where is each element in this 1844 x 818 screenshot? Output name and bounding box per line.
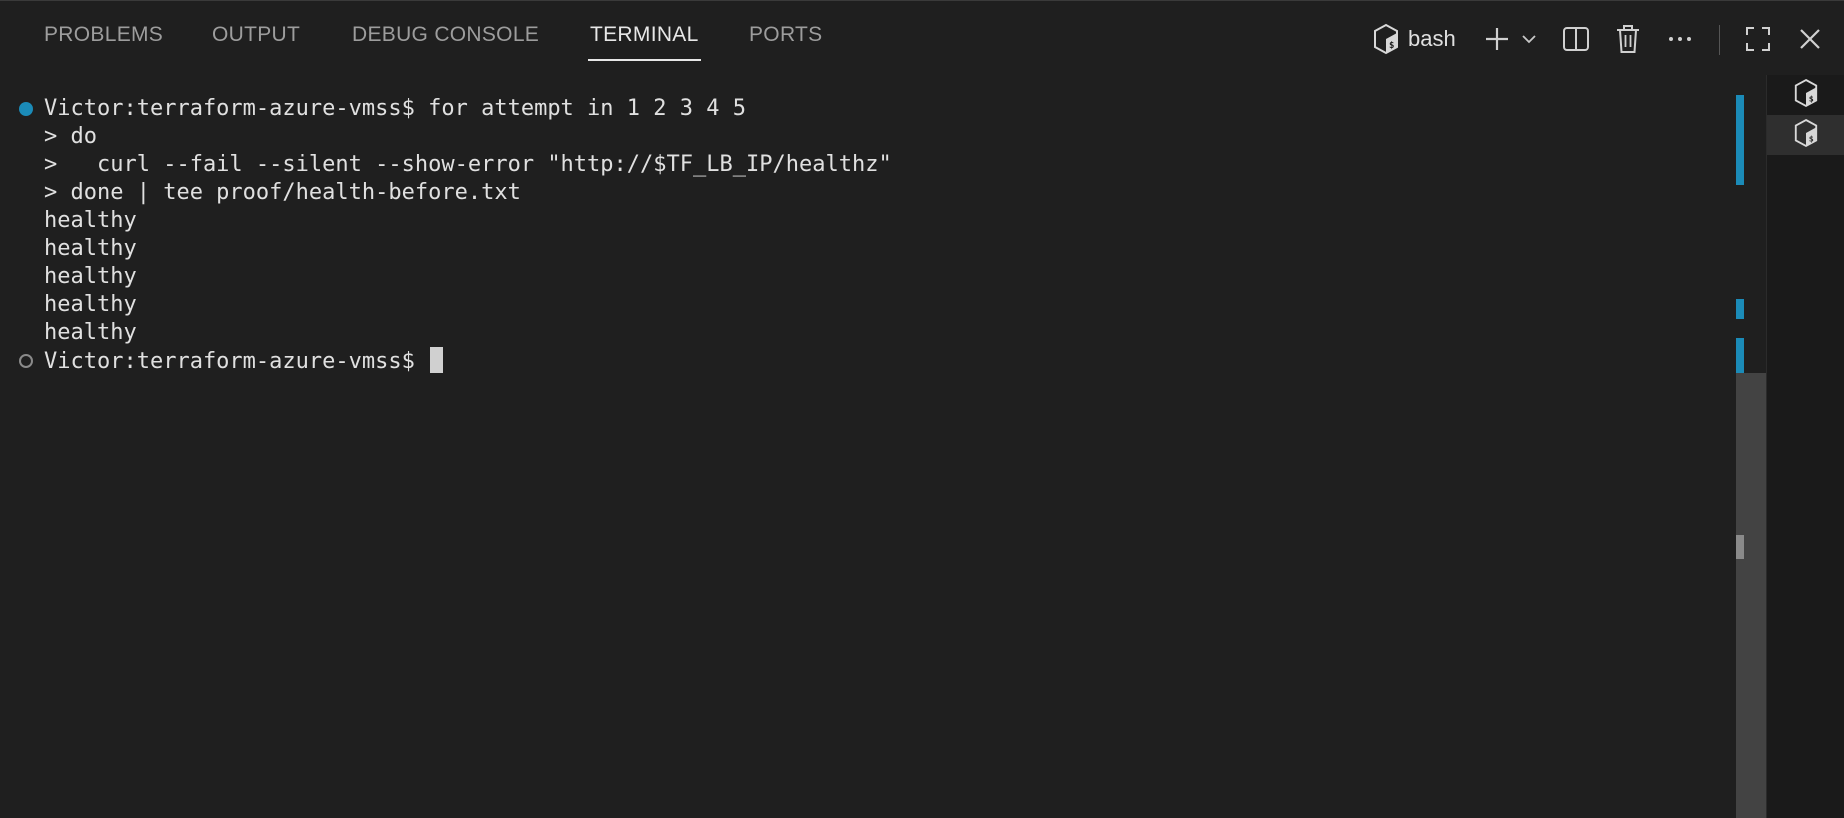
terminal-line: healthy bbox=[44, 208, 137, 233]
close-panel-button[interactable] bbox=[1795, 21, 1825, 57]
terminal-cursor bbox=[430, 347, 444, 373]
scrollbar-thumb[interactable] bbox=[1736, 373, 1766, 818]
more-actions-button[interactable] bbox=[1665, 21, 1695, 57]
terminal-line: > curl --fail --silent --show-error "htt… bbox=[44, 152, 892, 177]
terminal-line: Victor:terraform-azure-vmss$ for attempt… bbox=[44, 96, 746, 121]
svg-text:$: $ bbox=[1389, 41, 1394, 51]
tab-terminal[interactable]: TERMINAL bbox=[588, 23, 701, 61]
terminal-line: healthy bbox=[44, 264, 137, 289]
maximize-panel-button[interactable] bbox=[1743, 21, 1773, 57]
terminal-output[interactable]: Victor:terraform-azure-vmss$ for attempt… bbox=[0, 95, 1736, 818]
split-terminal-button[interactable] bbox=[1560, 21, 1592, 57]
plus-icon bbox=[1483, 25, 1511, 53]
prompt-text: Victor:terraform-azure-vmss$ bbox=[44, 349, 429, 374]
overview-ruler-mark bbox=[1736, 95, 1744, 185]
overview-ruler-mark bbox=[1736, 338, 1744, 374]
close-icon bbox=[1798, 27, 1822, 51]
terminal-panel: PROBLEMS OUTPUT DEBUG CONSOLE TERMINAL P… bbox=[0, 0, 1844, 818]
terminal-shell-icon: $ bbox=[1372, 23, 1400, 55]
bash-terminal-icon: $ bbox=[1793, 118, 1819, 152]
tab-problems[interactable]: PROBLEMS bbox=[44, 23, 163, 59]
more-icon bbox=[1667, 35, 1693, 43]
terminal-scrollbar[interactable] bbox=[1736, 95, 1766, 818]
terminal-shell-selector[interactable]: $ bash bbox=[1372, 21, 1500, 57]
terminal-line: healthy bbox=[44, 292, 137, 317]
chevron-down-icon bbox=[1521, 33, 1537, 45]
maximize-icon bbox=[1745, 26, 1771, 52]
tab-debug-console[interactable]: DEBUG CONSOLE bbox=[352, 23, 539, 59]
tab-ports[interactable]: PORTS bbox=[749, 23, 822, 59]
terminal-line: > do bbox=[44, 124, 97, 149]
toolbar-divider bbox=[1719, 25, 1720, 55]
terminal-prompt-line: Victor:terraform-azure-vmss$ bbox=[44, 347, 444, 375]
tab-output[interactable]: OUTPUT bbox=[212, 23, 300, 59]
bash-terminal-icon: $ bbox=[1793, 78, 1819, 112]
terminal-line: > done | tee proof/health-before.txt bbox=[44, 180, 521, 205]
trash-icon bbox=[1615, 24, 1641, 54]
panel-tab-bar: PROBLEMS OUTPUT DEBUG CONSOLE TERMINAL P… bbox=[0, 1, 1844, 75]
launch-profile-dropdown[interactable] bbox=[1518, 21, 1540, 57]
shell-name-label: bash bbox=[1408, 26, 1456, 51]
terminal-list-item-selected[interactable]: $ bbox=[1767, 115, 1844, 155]
terminal-line: healthy bbox=[44, 236, 137, 261]
svg-text:$: $ bbox=[1809, 93, 1814, 103]
terminal-list-item[interactable]: $ bbox=[1767, 75, 1844, 115]
new-terminal-button[interactable] bbox=[1482, 21, 1512, 57]
svg-text:$: $ bbox=[1809, 133, 1814, 143]
terminal-tabs-list: $ $ bbox=[1766, 75, 1844, 818]
split-icon bbox=[1562, 25, 1590, 53]
command-pending-marker[interactable] bbox=[19, 354, 33, 368]
terminal-line: healthy bbox=[44, 320, 137, 345]
overview-ruler-mark bbox=[1736, 299, 1744, 319]
kill-terminal-button[interactable] bbox=[1613, 21, 1643, 57]
overview-ruler-cursor-mark bbox=[1736, 535, 1744, 559]
command-success-marker[interactable] bbox=[19, 102, 33, 116]
